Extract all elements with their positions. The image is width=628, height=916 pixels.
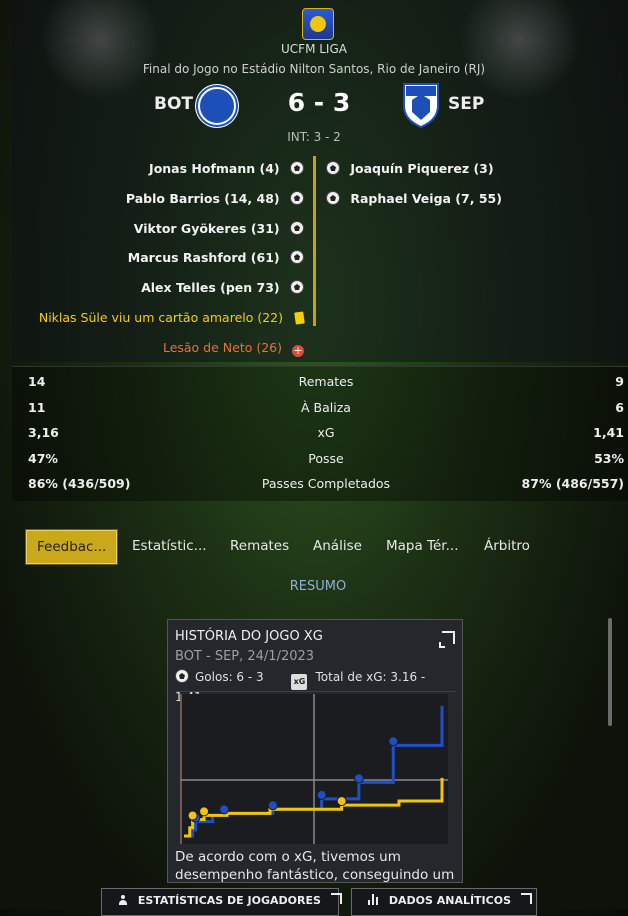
event-text: Alex Telles (pen 73)	[141, 280, 280, 295]
bar-chart-icon	[368, 894, 379, 905]
ball-icon	[290, 280, 304, 294]
home-goal-event[interactable]: Viktor Gyökeres (31)	[134, 221, 304, 236]
xg-history-card: HISTÓRIA DO JOGO XG BOT - SEP, 24/1/2023…	[167, 619, 463, 883]
stat-away-value: 53%	[594, 451, 624, 466]
section-title: RESUMO	[289, 579, 347, 594]
home-goal-marker[interactable]	[267, 800, 278, 811]
stat-away-value: 6	[615, 400, 624, 415]
event-text: Marcus Rashford (61)	[127, 250, 280, 265]
home-goal-marker[interactable]	[353, 773, 364, 784]
yellow-card-event[interactable]: Niklas Süle viu um cartão amarelo (22)	[38, 310, 305, 325]
events-divider	[313, 156, 316, 326]
match-venue: Final do Jogo no Estádio Nilton Santos, …	[142, 62, 486, 76]
away-goal-marker[interactable]	[336, 796, 347, 807]
external-icon	[330, 893, 342, 904]
halftime-score: INT: 3 - 2	[287, 130, 341, 144]
away-goal-marker[interactable]	[199, 806, 210, 817]
away-goal-marker[interactable]	[187, 810, 198, 821]
yellow-card-icon	[294, 311, 305, 325]
tab-referee[interactable]: Árbitro	[484, 530, 530, 562]
away-team-name[interactable]: SEP	[448, 94, 484, 114]
home-goal-marker[interactable]	[219, 804, 230, 815]
final-score: 6 - 3	[287, 88, 351, 117]
tab-statistics[interactable]: Estatístic...	[132, 530, 207, 562]
ball-icon	[290, 250, 304, 264]
stat-away-value: 87% (486/557)	[521, 476, 624, 491]
button-label: ESTATÍSTICAS DE JOGADORES	[137, 894, 321, 907]
card-subtitle: BOT - SEP, 24/1/2023	[175, 649, 315, 664]
stat-away-value: 1,41	[593, 425, 624, 440]
home-goal-event[interactable]: Jonas Hofmann (4)	[149, 161, 304, 176]
event-text: Niklas Süle viu um cartão amarelo (22)	[38, 310, 284, 325]
home-team-name[interactable]: BOT	[154, 94, 193, 114]
away-goal-event[interactable]: Joaquín Piquerez (3)	[326, 161, 494, 176]
injury-event[interactable]: Lesão de Neto (26) +	[163, 340, 304, 357]
tab-heat-map[interactable]: Mapa Tér...	[386, 530, 459, 562]
scrollbar[interactable]	[608, 618, 612, 726]
stat-away-value: 9	[615, 374, 624, 389]
goals-summary: Golos: 6 - 3	[195, 670, 264, 684]
card-legend: Golos: 6 - 3 xG Total de xG: 3.16 - 1.41	[175, 669, 455, 704]
stat-label: Posse	[308, 451, 344, 466]
stat-label: À Baliza	[301, 400, 351, 415]
button-label: DADOS ANALÍTICOS	[388, 894, 511, 907]
away-goal-event[interactable]: Raphael Veiga (7, 55)	[326, 191, 502, 206]
card-title: HISTÓRIA DO JOGO XG	[175, 629, 323, 644]
tab-analysis[interactable]: Análise	[313, 530, 362, 562]
event-text: Viktor Gyökeres (31)	[133, 221, 280, 236]
event-text: Jonas Hofmann (4)	[149, 161, 280, 176]
ball-icon	[326, 161, 340, 175]
ball-icon	[290, 221, 304, 235]
home-goal-marker[interactable]	[316, 789, 327, 800]
home-goal-marker[interactable]	[388, 736, 399, 747]
injury-icon: +	[292, 344, 304, 357]
home-team-crest[interactable]	[195, 84, 239, 128]
match-stats-panel: 14 Remates 9 11 À Baliza 6 3,16 xG 1,41 …	[12, 366, 628, 501]
card-description: De acordo com o xG, tivemos um desempenh…	[175, 849, 455, 883]
stat-label: xG	[317, 425, 335, 440]
ball-icon	[175, 669, 189, 683]
expand-icon[interactable]	[439, 631, 455, 648]
event-text: Raphael Veiga (7, 55)	[350, 191, 502, 206]
person-icon	[118, 895, 128, 905]
home-goal-event[interactable]: Pablo Barrios (14, 48)	[126, 191, 304, 206]
event-text: Joaquín Piquerez (3)	[350, 161, 494, 176]
external-icon	[520, 893, 532, 904]
away-team-crest[interactable]	[402, 82, 440, 128]
league-name: UCFM LIGA	[281, 42, 347, 56]
event-text: Pablo Barrios (14, 48)	[125, 191, 280, 206]
xg-icon: xG	[291, 674, 308, 690]
ball-icon	[290, 191, 304, 205]
stat-label: Remates	[298, 374, 354, 389]
home-goal-event[interactable]: Marcus Rashford (61)	[128, 250, 304, 265]
home-goal-event[interactable]: Alex Telles (pen 73)	[141, 280, 304, 295]
xg-chart	[180, 694, 448, 844]
tab-feedback[interactable]: Feedbac...	[26, 530, 118, 564]
analytics-button[interactable]: DADOS ANALÍTICOS	[351, 888, 537, 916]
ball-icon	[290, 161, 304, 175]
ball-icon	[326, 191, 340, 205]
tab-shots[interactable]: Remates	[230, 530, 289, 562]
player-stats-button[interactable]: ESTATÍSTICAS DE JOGADORES	[101, 888, 342, 916]
league-logo	[302, 8, 334, 40]
event-text: Lesão de Neto (26)	[162, 340, 283, 355]
